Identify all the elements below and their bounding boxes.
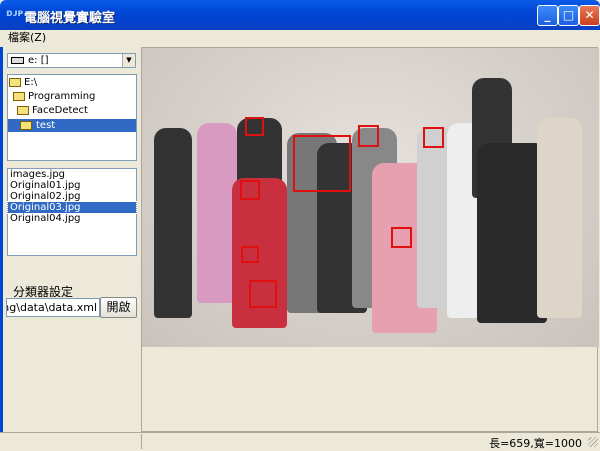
- file-item[interactable]: Original01.jpg: [8, 180, 136, 191]
- folder-icon: [9, 78, 21, 87]
- person: [537, 118, 582, 318]
- person: [197, 123, 237, 303]
- face-box: [249, 280, 277, 308]
- file-item[interactable]: Original02.jpg: [8, 191, 136, 202]
- drive-select[interactable]: e: [] ▼: [7, 53, 136, 68]
- face-box: [423, 127, 444, 148]
- photo: [142, 48, 599, 347]
- face-box: [358, 125, 379, 147]
- menu-file[interactable]: 檔案(Z): [8, 31, 46, 44]
- tree-node[interactable]: FaceDetect: [16, 104, 88, 117]
- folder-open-icon: [20, 121, 32, 130]
- close-button[interactable]: ✕: [579, 5, 600, 26]
- folder-icon: [17, 106, 29, 115]
- drive-icon: [11, 57, 24, 64]
- person: [154, 128, 192, 318]
- tree-node[interactable]: E:\: [8, 76, 37, 89]
- left-panel: e: [] ▼ E:\ Programming FaceDetect test …: [0, 47, 141, 432]
- face-box: [240, 180, 260, 200]
- file-item[interactable]: Original04.jpg: [8, 213, 136, 224]
- face-box: [391, 227, 412, 248]
- status-divider: [141, 434, 142, 449]
- minimize-button[interactable]: _: [537, 5, 558, 26]
- face-box: [245, 117, 264, 136]
- file-item-selected[interactable]: Original03.jpg: [7, 201, 137, 214]
- face-box: [241, 246, 259, 263]
- folder-icon: [13, 92, 25, 101]
- file-item[interactable]: images.jpg: [8, 169, 136, 180]
- tree-node-label: test: [36, 120, 56, 131]
- classifier-path-input[interactable]: ng\data\data.xml: [6, 298, 100, 317]
- app-icon: ᴅᴊᴘ: [6, 8, 24, 19]
- resize-grip-icon[interactable]: [588, 437, 598, 447]
- maximize-button[interactable]: □: [558, 5, 579, 26]
- tree-node-label: E:\: [24, 77, 38, 88]
- drive-value: e: []: [28, 55, 49, 66]
- status-bar: 長=659,寬=1000: [0, 432, 600, 450]
- title-bar: ᴅᴊᴘ 電腦視覺實驗室 _ □ ✕: [0, 0, 600, 30]
- chevron-down-icon[interactable]: ▼: [122, 54, 135, 67]
- tree-node[interactable]: Programming: [12, 90, 95, 103]
- tree-node-label: Programming: [28, 91, 96, 102]
- tree-node-selected[interactable]: test: [8, 119, 136, 132]
- file-list[interactable]: images.jpg Original01.jpg Original02.jpg…: [7, 168, 137, 256]
- tree-node-label: FaceDetect: [32, 105, 88, 116]
- menu-bar: 檔案(Z): [0, 30, 600, 46]
- image-view: [141, 47, 599, 432]
- face-box: [293, 135, 351, 192]
- classifier-path: ng\data\data.xml: [6, 301, 97, 314]
- open-button[interactable]: 開啟: [100, 297, 137, 318]
- folder-tree[interactable]: E:\ Programming FaceDetect test: [7, 74, 137, 161]
- window-title: 電腦視覺實驗室: [24, 11, 116, 26]
